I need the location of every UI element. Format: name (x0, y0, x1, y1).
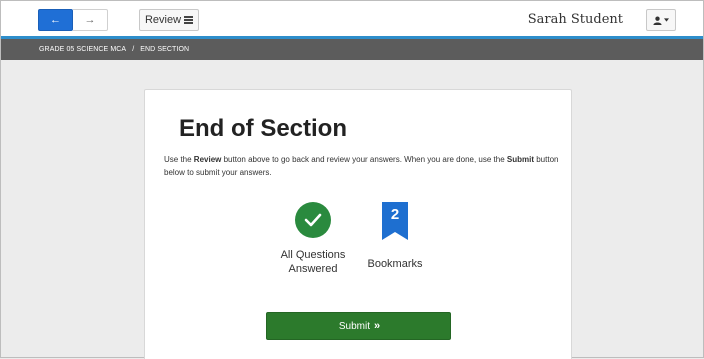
review-button[interactable]: Review (139, 9, 199, 31)
breadcrumb-test[interactable]: GRADE 05 SCIENCE MCA (39, 46, 126, 53)
breadcrumb: GRADE 05 SCIENCE MCA / END SECTION (1, 39, 703, 60)
bookmarks-label: Bookmarks (367, 258, 423, 270)
user-menu-button[interactable] (646, 9, 676, 31)
submit-button[interactable]: Submit » (266, 312, 451, 340)
top-toolbar: ← → Review Sarah Student (1, 1, 703, 39)
instructions-review-word: Review (193, 155, 222, 164)
user-name: Sarah Student (527, 12, 623, 27)
list-icon (184, 16, 194, 24)
page-title: End of Section (179, 115, 347, 142)
end-of-section-card: End of Section Use the Review button abo… (144, 89, 572, 359)
bookmarks-status[interactable]: 2 Bookmarks (355, 202, 435, 271)
all-answered-label: All Questions Answered (280, 249, 346, 275)
breadcrumb-section: END SECTION (140, 46, 190, 53)
bookmark-count: 2 (390, 206, 400, 223)
instructions-submit-word: Submit (506, 155, 534, 164)
user-icon (653, 16, 662, 25)
bookmark-icon: 2 (382, 202, 408, 240)
double-chevron-right-icon: » (374, 320, 380, 332)
instructions-text: Use the Review button above to go back a… (164, 153, 559, 179)
back-button[interactable]: ← (38, 9, 73, 31)
submit-button-label: Submit (338, 320, 370, 332)
all-answered-status: All Questions Answered (273, 202, 353, 276)
forward-button[interactable]: → (73, 9, 108, 31)
arrow-left-icon: ← (50, 14, 61, 26)
instructions-part-1: Use the (164, 155, 194, 164)
check-icon (295, 202, 331, 238)
breadcrumb-separator: / (132, 46, 135, 53)
caret-down-icon (664, 18, 669, 22)
arrow-right-icon: → (84, 14, 96, 26)
review-button-label: Review (144, 14, 182, 26)
instructions-part-2: button above to go back and review your … (221, 155, 507, 164)
